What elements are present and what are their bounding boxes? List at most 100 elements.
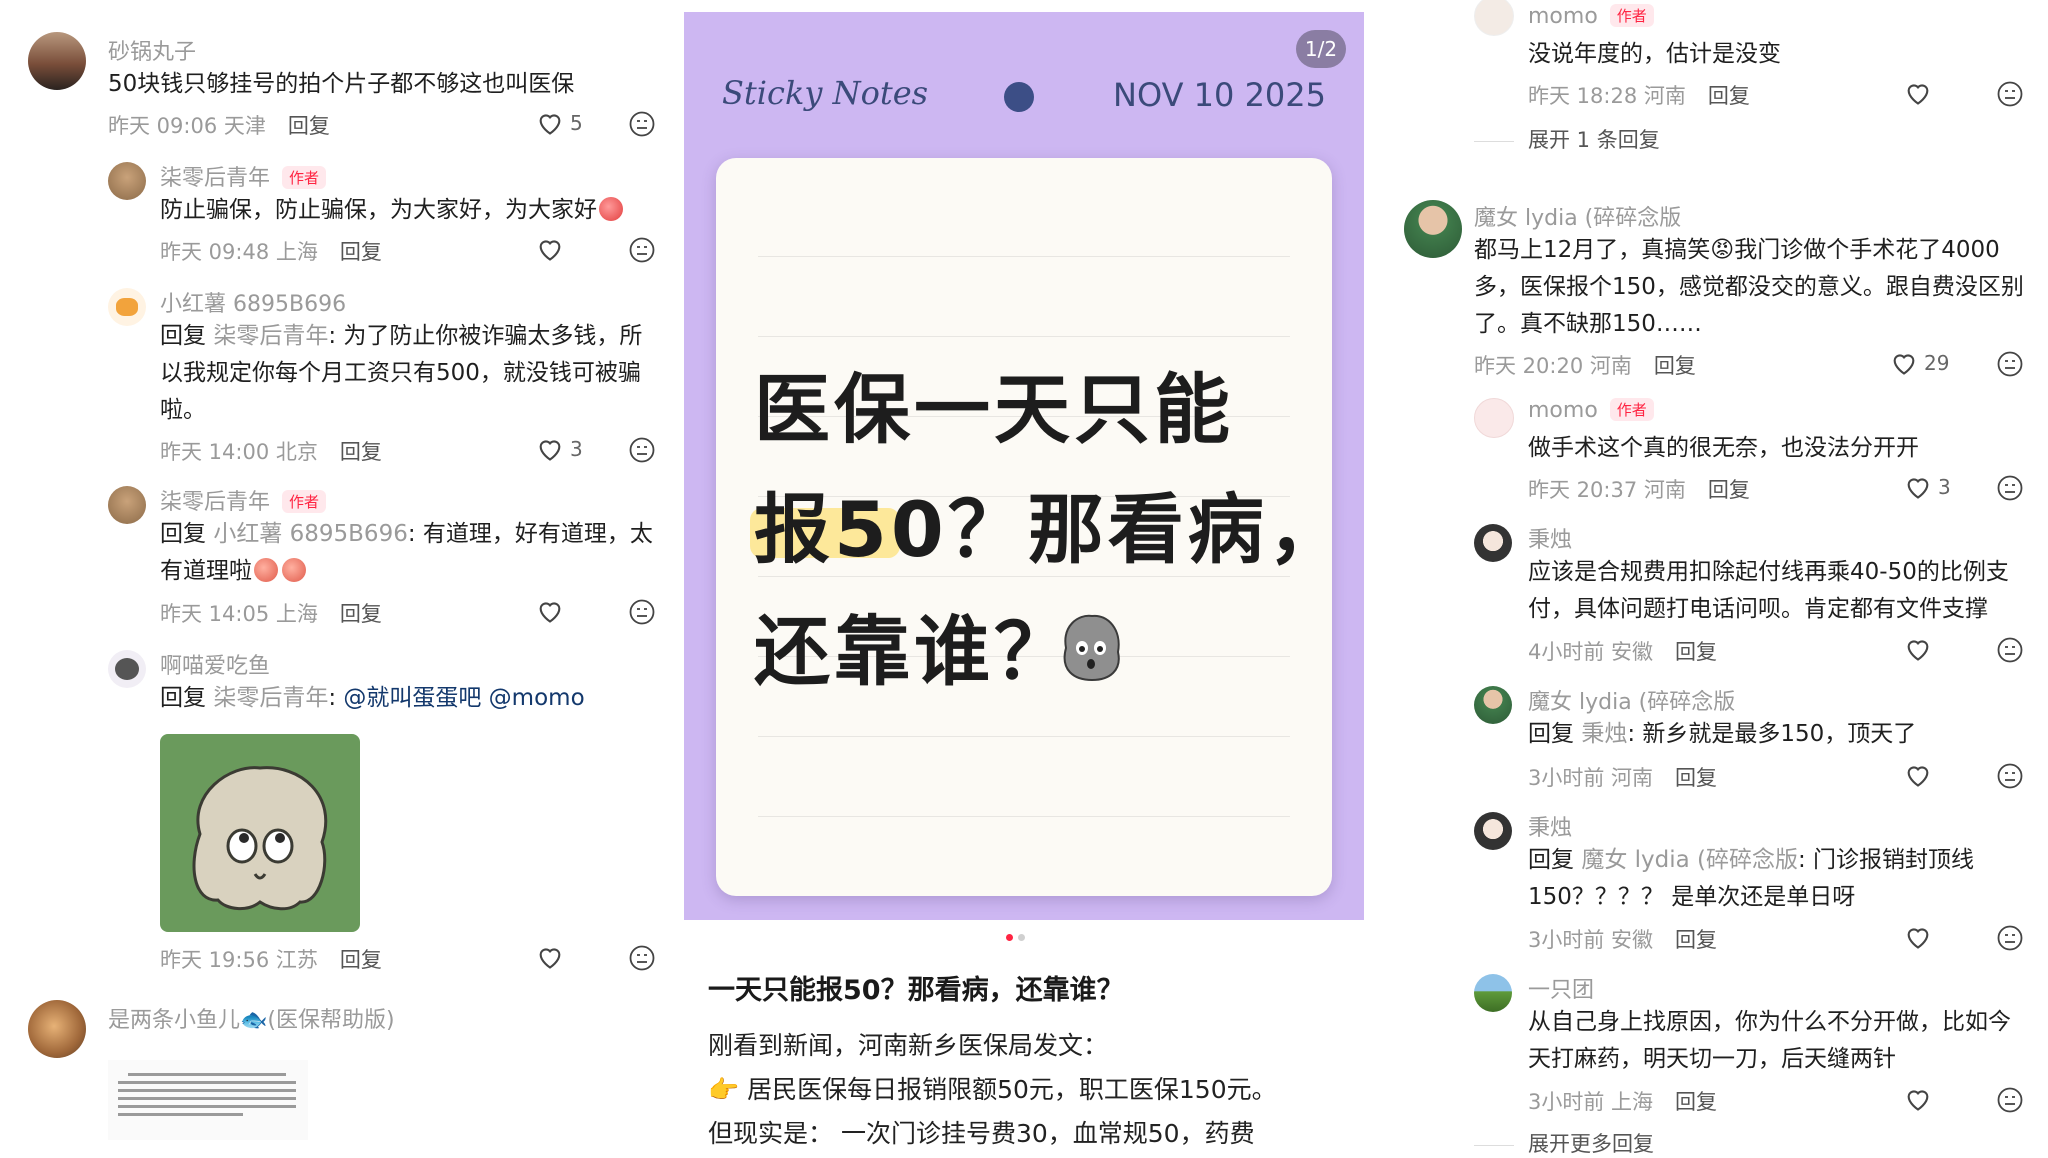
ghost-sticker-icon <box>192 766 328 911</box>
dislike-face-icon[interactable] <box>1996 636 2024 664</box>
comment-text: 50块钱只够挂号的拍个片子都不够这也叫医保 <box>108 71 575 97</box>
like-button[interactable] <box>536 236 564 262</box>
mention-link[interactable]: @就叫蛋蛋吧 @momo <box>343 685 584 711</box>
like-button[interactable]: 3 <box>536 436 583 462</box>
dislike-face-icon[interactable] <box>628 944 656 972</box>
comment-text-content: : 新乡就是最多150，顶天了 <box>1627 721 1917 747</box>
avatar[interactable] <box>28 32 86 90</box>
comment-author-name[interactable]: 小红薯 6895B696 <box>160 286 346 318</box>
reply-button[interactable]: 回复 <box>1675 928 1717 952</box>
avatar[interactable] <box>108 650 146 688</box>
reply-prefix: 回复 <box>1528 721 1574 747</box>
avatar[interactable] <box>1474 974 1512 1012</box>
avatar[interactable] <box>108 288 146 326</box>
reply-target[interactable]: 小红薯 6895B696 <box>213 521 408 547</box>
reply-button[interactable]: 回复 <box>1654 354 1696 378</box>
document-image-thumbnail[interactable] <box>108 1060 308 1140</box>
reply-button[interactable]: 回复 <box>340 948 382 972</box>
avatar[interactable] <box>108 486 146 524</box>
reply-target[interactable]: 柒零后青年 <box>213 685 328 711</box>
comment-author-name[interactable]: 魔女 lydia (碎碎念版 <box>1474 200 1681 232</box>
like-button[interactable] <box>536 944 564 970</box>
comment-author-name[interactable]: 秉烛 <box>1528 522 1572 554</box>
avatar[interactable] <box>1404 200 1462 258</box>
like-button[interactable] <box>1904 80 1932 106</box>
like-count: 29 <box>1924 351 1950 375</box>
dislike-face-icon[interactable] <box>1996 350 2024 378</box>
dislike-face-icon[interactable] <box>628 598 656 626</box>
author-name-text[interactable]: momo <box>1528 4 1598 29</box>
reply-target[interactable]: 柒零后青年 <box>213 323 328 349</box>
post-column: 1/2 Sticky Notes NOV 10 2025 医保一天只能 报50？… <box>684 0 1374 1152</box>
dislike-face-icon[interactable] <box>628 110 656 138</box>
comment-text: 回复 魔女 lydia (碎碎念版: 门诊报销封顶线150？？？？ 是单次还是单… <box>1528 842 2028 916</box>
like-button[interactable]: 29 <box>1890 350 1949 376</box>
reply-target[interactable]: 秉烛 <box>1581 721 1627 747</box>
reply-prefix: 回复 <box>160 323 206 349</box>
avatar[interactable] <box>1474 686 1512 724</box>
avatar[interactable] <box>108 162 146 200</box>
heart-icon <box>1907 928 1929 949</box>
reply-button[interactable]: 回复 <box>1708 84 1750 108</box>
carousel-dot[interactable] <box>1018 934 1025 941</box>
carousel-dot-active[interactable] <box>1006 934 1013 941</box>
reply-button[interactable]: 回复 <box>1675 640 1717 664</box>
comment-text: 防止骗保，防止骗保，为大家好，为大家好 <box>160 192 660 229</box>
cartoon-face-icon <box>115 658 139 680</box>
reply-button[interactable]: 回复 <box>340 240 382 264</box>
like-button[interactable] <box>1904 1086 1932 1112</box>
carousel-dots[interactable] <box>1006 934 1025 941</box>
like-button[interactable]: 5 <box>536 110 583 136</box>
expand-replies-button[interactable]: 展开 1 条回复 <box>1474 124 1660 154</box>
avatar[interactable] <box>1474 398 1514 438</box>
page-indicator: 1/2 <box>1296 30 1346 68</box>
comment-author-name[interactable]: 柒零后青年 作者 <box>160 484 327 516</box>
sticker-image[interactable] <box>160 734 360 932</box>
reply-button[interactable]: 回复 <box>288 114 330 138</box>
expand-more-replies-button[interactable]: 展开更多回复 <box>1474 1128 1654 1158</box>
dislike-face-icon[interactable] <box>1996 1086 2024 1114</box>
comment-author-name[interactable]: 啊喵爱吃鱼 <box>160 648 270 680</box>
sticky-notes-date: NOV 10 2025 <box>1113 76 1326 114</box>
like-button[interactable] <box>1904 924 1932 950</box>
reply-button[interactable]: 回复 <box>1675 1090 1717 1114</box>
comment-time-location: 昨天 09:48 上海 <box>160 240 318 264</box>
comment-author-name[interactable]: momo 作者 <box>1528 398 1654 423</box>
reply-button[interactable]: 回复 <box>340 440 382 464</box>
author-tag: 作者 <box>282 490 327 513</box>
comment-author-name[interactable]: 一只团 <box>1528 972 1594 1004</box>
post-title: 一天只能报50？那看病，还靠谁？ <box>708 975 1124 1006</box>
author-name-text[interactable]: 柒零后青年 <box>160 490 270 515</box>
dislike-face-icon[interactable] <box>628 436 656 464</box>
like-button[interactable] <box>1904 636 1932 662</box>
post-image[interactable]: 1/2 Sticky Notes NOV 10 2025 医保一天只能 报50？… <box>684 12 1364 920</box>
avatar[interactable] <box>1474 524 1512 562</box>
avatar[interactable] <box>1474 812 1512 850</box>
comment-author-name[interactable]: 柒零后青年 作者 <box>160 160 327 192</box>
comment-author-name[interactable]: 砂锅丸子 <box>108 34 196 66</box>
like-button[interactable] <box>1904 762 1932 788</box>
like-button[interactable] <box>536 598 564 624</box>
dislike-face-icon[interactable] <box>1996 80 2024 108</box>
dislike-face-icon[interactable] <box>628 236 656 264</box>
comment-meta: 昨天 20:20 河南 回复 <box>1474 350 1696 380</box>
author-name-text[interactable]: momo <box>1528 398 1598 423</box>
like-button[interactable]: 3 <box>1904 474 1951 500</box>
comment-author-name[interactable]: momo 作者 <box>1528 4 1654 29</box>
dislike-face-icon[interactable] <box>1996 924 2024 952</box>
reply-button[interactable]: 回复 <box>1708 478 1750 502</box>
reply-target[interactable]: 魔女 lydia (碎碎念版 <box>1581 847 1798 873</box>
comment-meta: 3小时前 河南 回复 <box>1528 762 1717 792</box>
avatar[interactable] <box>1474 0 1514 36</box>
dislike-face-icon[interactable] <box>1996 474 2024 502</box>
author-name-text[interactable]: 柒零后青年 <box>160 166 270 191</box>
comment-author-name[interactable]: 秉烛 <box>1528 810 1572 842</box>
comment-time-location: 4小时前 安徽 <box>1528 640 1654 664</box>
reply-button[interactable]: 回复 <box>1675 766 1717 790</box>
comment-author-name[interactable]: 是两条小鱼儿🐟(医保帮助版) <box>108 1002 395 1034</box>
ruled-line <box>758 816 1290 817</box>
comment-author-name[interactable]: 魔女 lydia (碎碎念版 <box>1528 684 1735 716</box>
avatar[interactable] <box>28 1000 86 1058</box>
dislike-face-icon[interactable] <box>1996 762 2024 790</box>
reply-button[interactable]: 回复 <box>340 602 382 626</box>
